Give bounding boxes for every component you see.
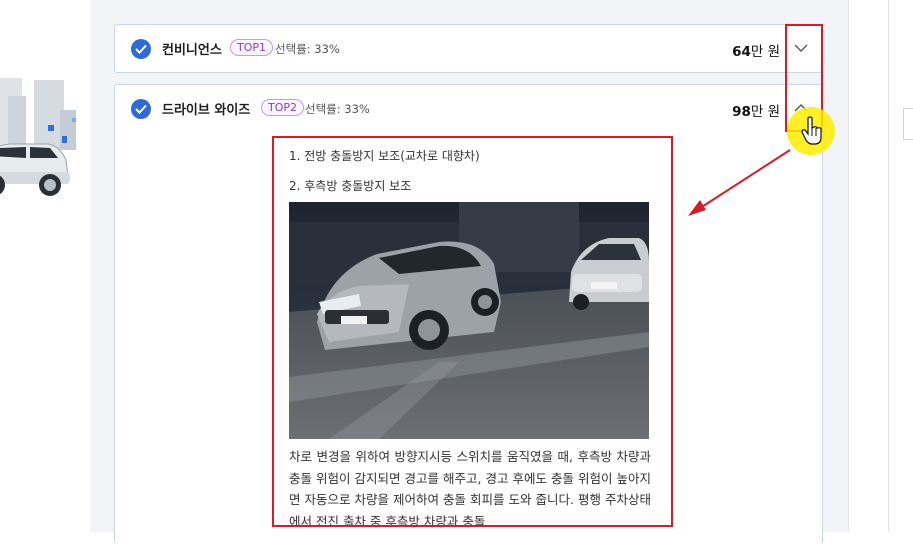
selection-rate: 선택률: 33%: [275, 42, 340, 56]
adjacent-window-edge: [888, 0, 913, 532]
highlight-box-details: [272, 136, 673, 527]
price-amount: 98: [732, 104, 751, 120]
left-background-illustration: [0, 0, 90, 532]
price-unit: 만 원: [750, 104, 780, 120]
option-price: 64만 원: [732, 40, 780, 60]
price-unit: 만 원: [750, 44, 780, 60]
right-margin: [848, 0, 889, 532]
option-card-convenience: 컨비니언스 TOP1 선택률: 33% 64만 원: [114, 24, 823, 73]
option-header-drive-wise[interactable]: 드라이브 와이즈 TOP2 선택률: 33% 98만 원: [115, 85, 822, 133]
option-price: 98만 원: [732, 100, 780, 120]
selection-rate: 선택률: 33%: [305, 102, 370, 116]
check-circle-icon[interactable]: [131, 99, 151, 119]
annotation-arrow-icon: [688, 149, 791, 216]
price-amount: 64: [732, 44, 751, 60]
hand-pointer-icon: [801, 116, 822, 145]
top-badge: TOP2: [261, 99, 305, 116]
option-header-convenience[interactable]: 컨비니언스 TOP1 선택률: 33% 64만 원: [115, 25, 822, 73]
check-circle-icon[interactable]: [131, 39, 151, 59]
top-badge: TOP1: [230, 39, 274, 56]
car-illustration: [0, 143, 70, 196]
option-title: 드라이브 와이즈: [162, 103, 251, 118]
adjacent-window-control: [903, 108, 913, 140]
option-title: 컨비니언스: [162, 43, 222, 58]
